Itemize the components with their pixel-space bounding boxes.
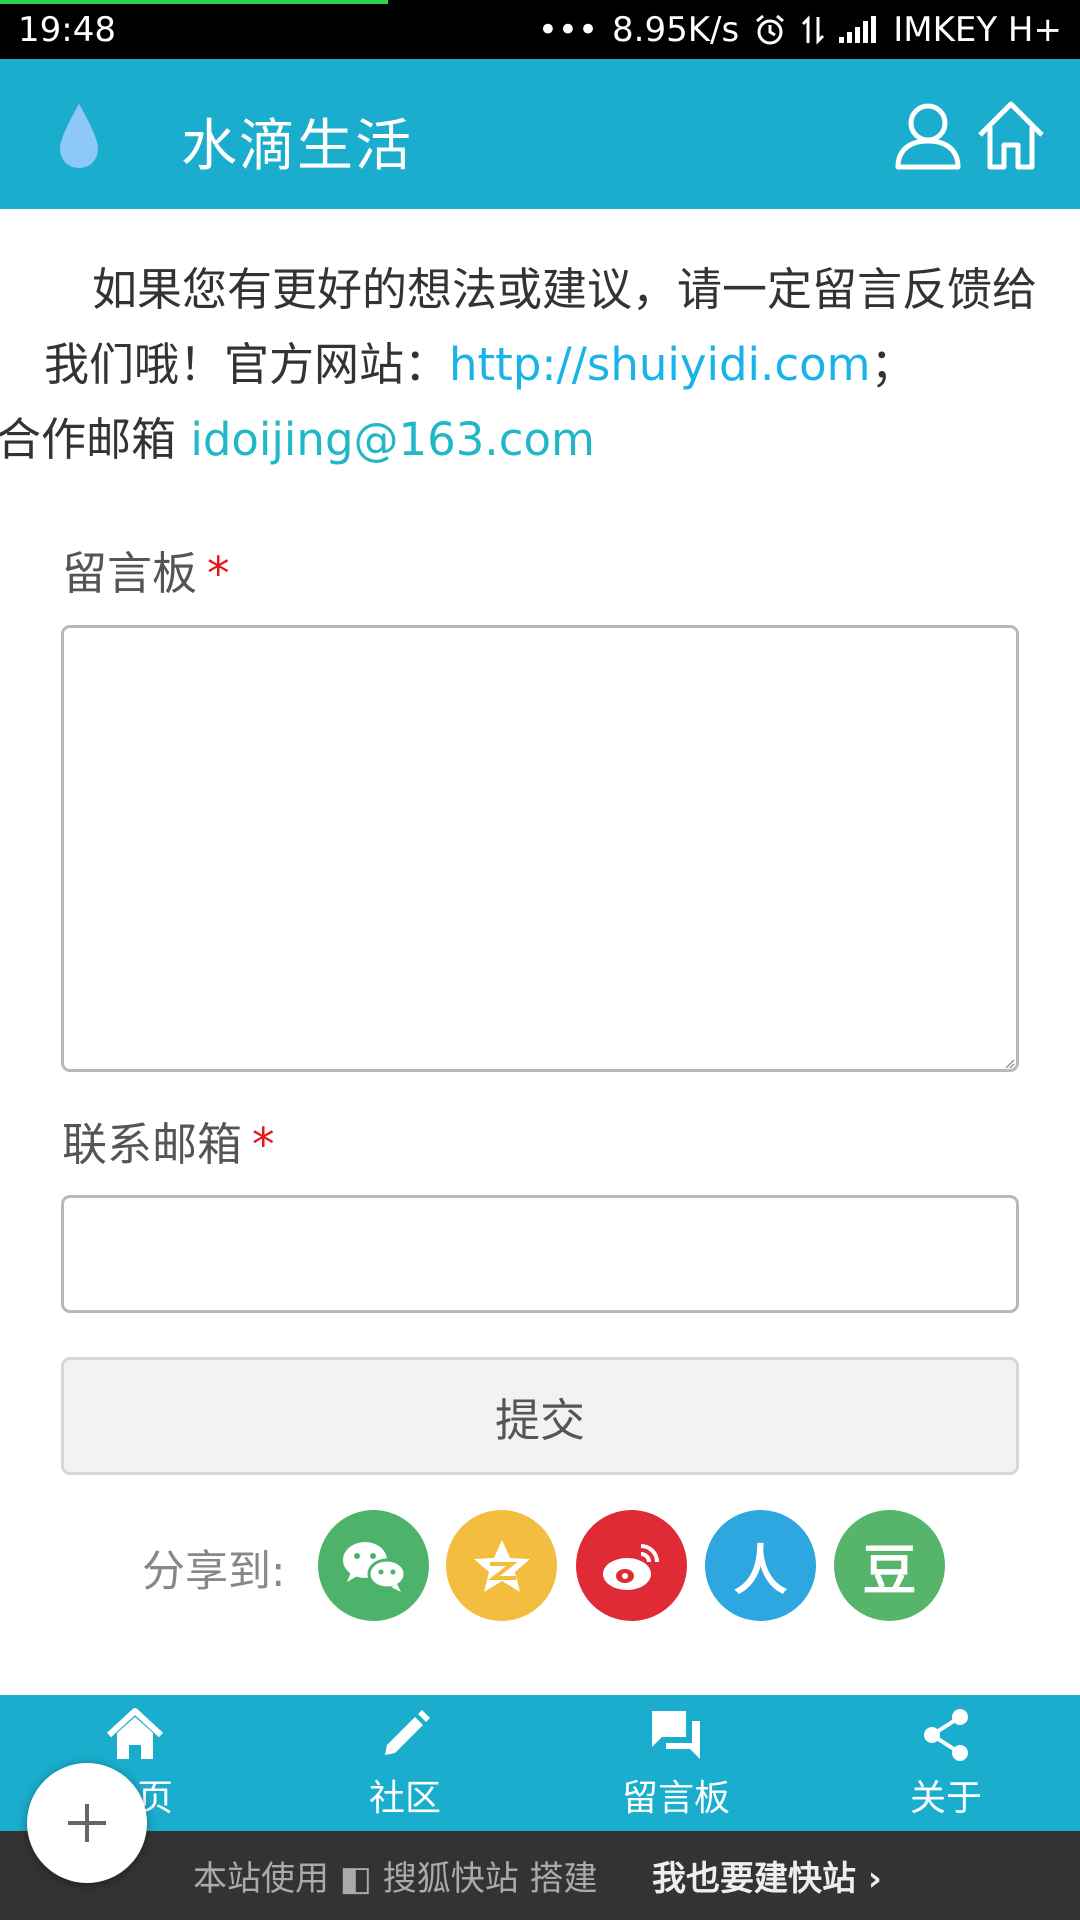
share-renren-button[interactable]: 人 [705, 1510, 816, 1621]
footer-build-link[interactable]: 我也要建快站 › [652, 1851, 882, 1900]
intro-separator: ； [870, 338, 916, 391]
nav-label-community: 社区 [368, 1778, 441, 1819]
required-mark: * [207, 547, 230, 600]
chat-icon [652, 1711, 700, 1759]
nav-label-about: 关于 [909, 1778, 982, 1819]
water-drop-icon[interactable] [56, 102, 102, 170]
qzone-star-icon [473, 1539, 530, 1592]
wechat-icon [342, 1541, 406, 1592]
submit-button[interactable]: 提交 [61, 1357, 1019, 1475]
nav-label-message-board: 留言板 [621, 1778, 730, 1819]
message-textarea[interactable] [61, 625, 1019, 1072]
share-label: 分享到: [142, 1547, 286, 1597]
footer-bar: 本站使用 ◧ 搜狐快站 搭建 我也要建快站 › [0, 1831, 1080, 1920]
required-mark: * [252, 1118, 275, 1171]
mail-label: 合作邮箱 [0, 413, 191, 466]
status-time: 19:48 [18, 9, 116, 50]
alarm-icon [756, 14, 785, 44]
share-qzone-button[interactable] [446, 1510, 557, 1621]
status-right-group: ••• 8.95K/s IMKEY H+ [538, 10, 1062, 50]
message-label-text: 留言板 [62, 547, 198, 600]
bottom-nav: 页 社区 留言板 关于 [0, 1695, 1080, 1831]
status-carrier: IMKEY H+ [893, 9, 1062, 50]
email-input[interactable] [61, 1195, 1019, 1313]
message-label: 留言板 * [62, 537, 230, 602]
weibo-icon [602, 1543, 659, 1590]
email-label: 联系邮箱 * [62, 1108, 275, 1173]
share-weibo-button[interactable] [576, 1510, 687, 1621]
user-icon[interactable] [893, 99, 963, 171]
floating-add-button[interactable] [27, 1763, 147, 1883]
nav-item-message-board[interactable]: 留言板 [576, 1705, 776, 1831]
app-header: 水滴生活 [0, 59, 1080, 209]
status-speed: 8.95K/s [612, 9, 740, 50]
page-load-progress [0, 0, 388, 4]
share-wechat-button[interactable] [318, 1510, 429, 1621]
share-douban-button[interactable]: 豆 [834, 1510, 945, 1621]
pencil-icon [385, 1710, 430, 1755]
home-icon [106, 1708, 164, 1759]
website-link[interactable]: http://shuiyidi.com [449, 338, 870, 391]
email-link[interactable]: idoijing@163.com [190, 413, 595, 466]
douban-icon: 豆 [862, 1539, 917, 1602]
share-icon [924, 1709, 968, 1761]
status-bar: 19:48 ••• 8.95K/s IMKEY H+ [0, 0, 1080, 59]
plus-icon [68, 1804, 106, 1842]
home-icon[interactable] [976, 99, 1046, 171]
signal-icon [839, 15, 877, 43]
app-title: 水滴生活 [181, 114, 413, 179]
footer-powered-by: 本站使用 ◧ 搜狐快站 搭建 [193, 1859, 598, 1899]
nav-item-about[interactable]: 关于 [846, 1705, 1046, 1831]
nav-item-community[interactable]: 社区 [305, 1705, 505, 1831]
data-transfer-icon [802, 14, 825, 45]
resize-grip-icon[interactable] [1003, 1057, 1015, 1069]
intro-paragraph: 如果您有更好的想法或建议，请一定留言反馈给我们哦！官方网站：http://shu… [0, 252, 1044, 477]
status-dots: ••• [537, 9, 599, 50]
renren-icon: 人 [733, 1539, 788, 1602]
email-label-text: 联系邮箱 [62, 1118, 243, 1171]
